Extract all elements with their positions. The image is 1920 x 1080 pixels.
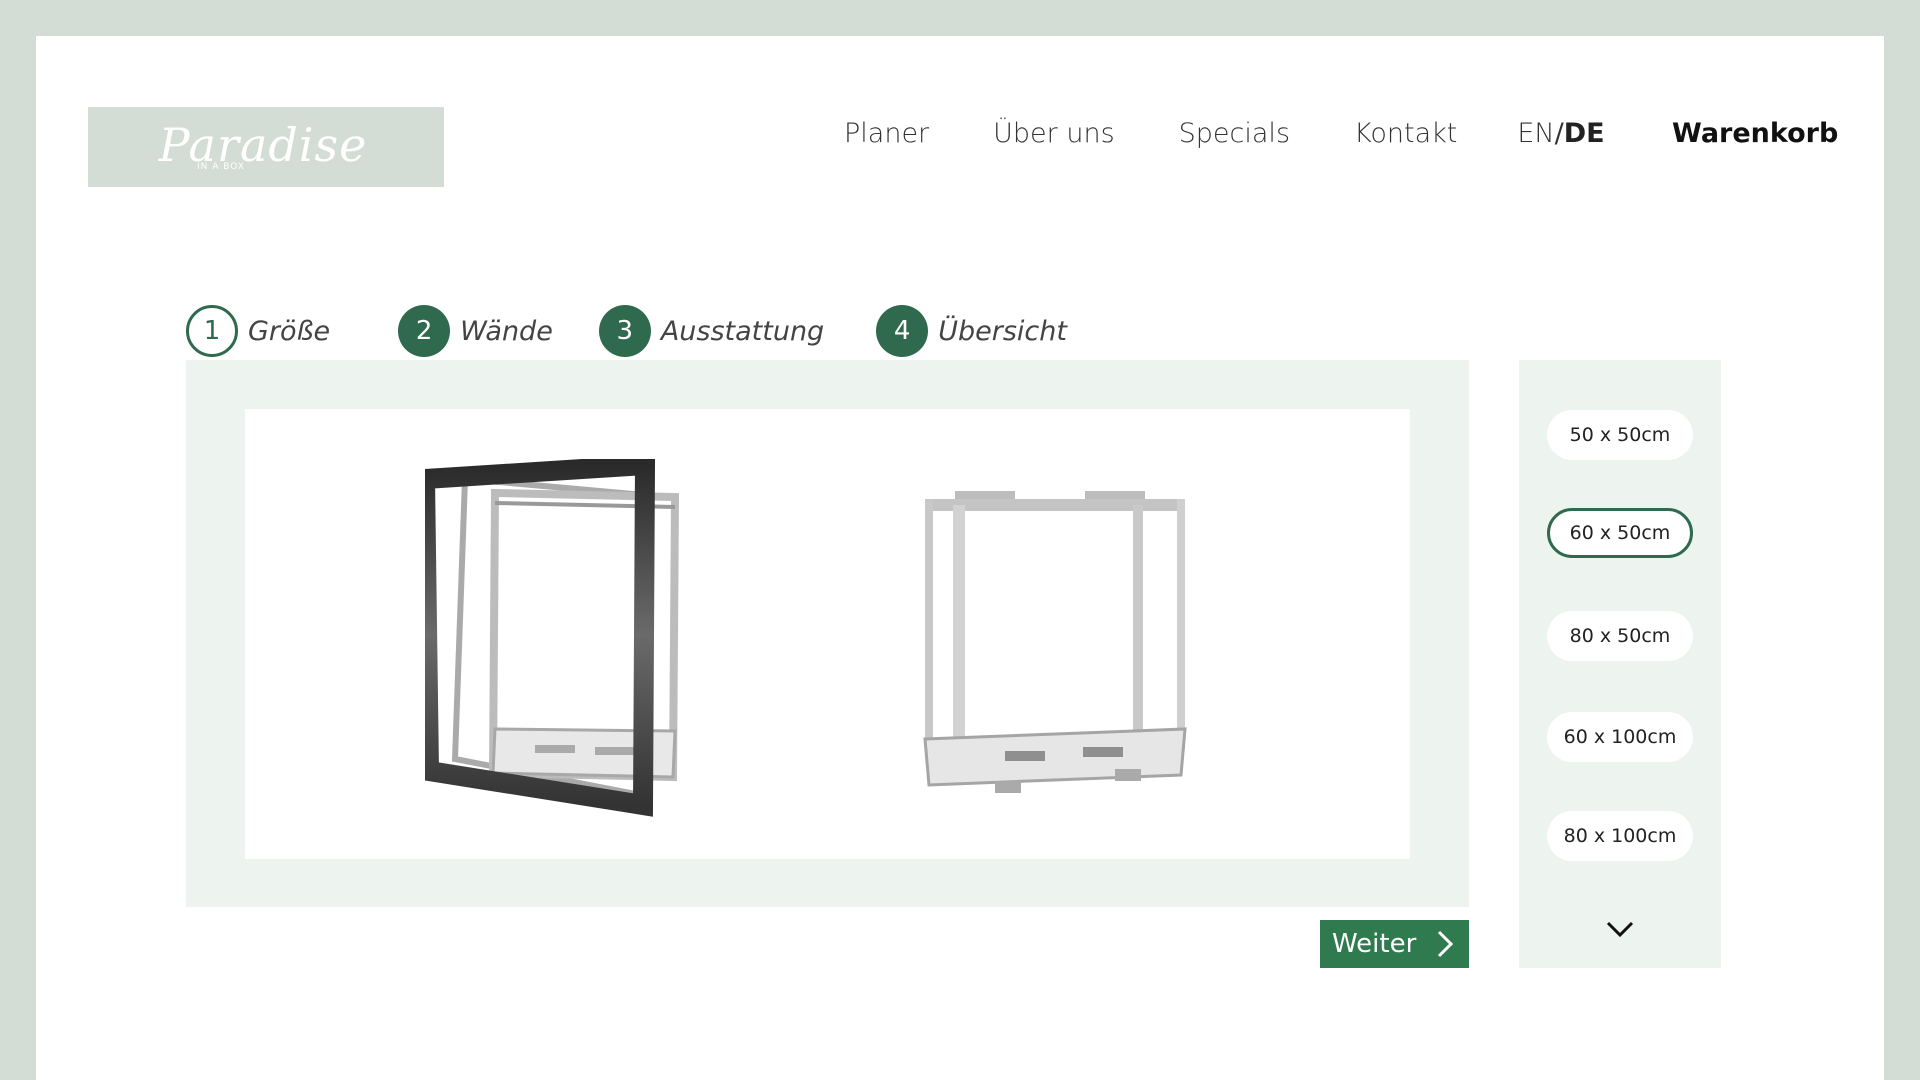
size-option-60x50[interactable]: 60 x 50cm — [1547, 508, 1693, 558]
step-number: 4 — [876, 305, 929, 357]
step-number: 1 — [186, 305, 238, 357]
next-button-label: Weiter — [1332, 929, 1417, 959]
chevron-right-icon — [1437, 930, 1454, 958]
logo-text: Paradise — [158, 118, 368, 172]
size-option-50x50[interactable]: 50 x 50cm — [1547, 410, 1693, 460]
nav-specials[interactable]: Specials — [1179, 118, 1290, 149]
size-option-80x100[interactable]: 80 x 100cm — [1547, 811, 1693, 861]
step-number: 3 — [598, 305, 651, 357]
step-label: Ausstattung — [660, 315, 825, 347]
size-option-80x50[interactable]: 80 x 50cm — [1547, 611, 1693, 661]
lang-separator: / — [1554, 118, 1564, 149]
nav-kontakt[interactable]: Kontakt — [1354, 118, 1457, 149]
frame-side-view-image — [923, 491, 1187, 793]
step-number: 2 — [398, 305, 451, 357]
step-indicator: 1 Größe 2 Wände 3 Ausstattung 4 Übersich… — [186, 305, 1067, 357]
nav-planer[interactable]: Planer — [844, 118, 929, 149]
lang-en[interactable]: EN — [1517, 118, 1554, 149]
step-label: Größe — [248, 315, 331, 347]
step-equipment[interactable]: 3 Ausstattung — [598, 305, 825, 357]
lang-de[interactable]: DE — [1564, 118, 1605, 149]
nav-ueber-uns[interactable]: Über uns — [993, 118, 1115, 149]
main-nav: Planer Über uns Specials Kontakt EN / DE — [844, 118, 1605, 149]
step-label: Übersicht — [938, 315, 1067, 347]
logo-subtext: IN A BOX — [197, 162, 245, 172]
language-switcher: EN / DE — [1517, 118, 1604, 149]
step-overview[interactable]: 4 Übersicht — [876, 305, 1067, 357]
next-button[interactable]: Weiter — [1320, 920, 1469, 968]
logo[interactable]: Paradise IN A BOX — [88, 107, 444, 187]
frame-front-view-image — [425, 459, 680, 817]
step-walls[interactable]: 2 Wände — [398, 305, 553, 357]
cart-link[interactable]: Warenkorb — [1672, 118, 1838, 149]
product-preview-canvas — [245, 409, 1410, 859]
size-option-60x100[interactable]: 60 x 100cm — [1547, 712, 1693, 762]
step-label: Wände — [460, 315, 553, 347]
chevron-down-icon[interactable] — [1605, 918, 1635, 940]
page: Paradise IN A BOX Planer Über uns Specia… — [36, 36, 1884, 1080]
product-preview-panel — [186, 360, 1469, 907]
step-size[interactable]: 1 Größe — [186, 305, 330, 357]
size-selector: 50 x 50cm 60 x 50cm 80 x 50cm 60 x 100cm… — [1519, 360, 1721, 968]
